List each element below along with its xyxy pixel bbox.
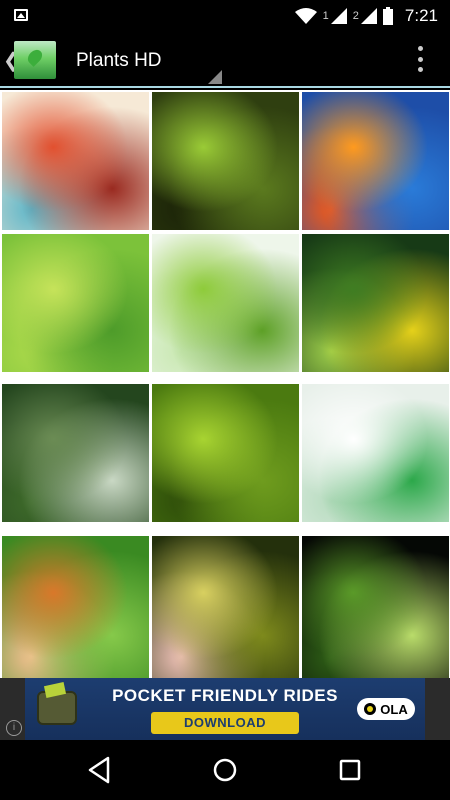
recents-square-icon[interactable] [334, 754, 366, 786]
status-icons: 1 2 7:21 [294, 6, 438, 26]
wallpaper-thumbnail-mushroom[interactable] [2, 536, 149, 678]
battery-icon [382, 7, 393, 25]
wallpaper-thumbnail-green-bud[interactable] [152, 384, 299, 522]
signal-icon [330, 8, 347, 24]
home-circle-icon[interactable] [209, 754, 241, 786]
navigation-bar [0, 740, 450, 800]
status-time: 7:21 [404, 6, 438, 25]
sim2-label: 2 [352, 10, 359, 22]
wallpaper-thumbnail-bird-of-paradise[interactable] [302, 92, 449, 230]
wallpaper-thumbnail-white-flower[interactable] [302, 384, 449, 522]
image-notification-icon [14, 9, 28, 21]
download-button[interactable]: DOWNLOAD [151, 712, 299, 734]
wallpaper-thumbnail-green-sprout[interactable] [152, 92, 299, 230]
wallpaper-thumbnail-ginkgo-leaves[interactable] [2, 234, 149, 372]
wallpaper-thumbnail-grass-blades[interactable] [152, 234, 299, 372]
ad-creative[interactable]: POCKET FRIENDLY RIDES DOWNLOAD OLA [25, 678, 425, 740]
wallpaper-thumbnail-dandelion[interactable] [302, 234, 449, 372]
status-bar: 1 2 7:21 [0, 0, 450, 32]
wifi-icon [294, 8, 317, 24]
sim1-label: 1 [322, 10, 329, 22]
wallet-icon [37, 691, 77, 725]
wallpaper-thumbnail-red-leaves[interactable] [2, 92, 149, 230]
action-bar: ❮ Plants HD [0, 32, 450, 88]
signal-icon [360, 8, 377, 24]
ad-headline: POCKET FRIENDLY RIDES [112, 686, 338, 705]
wallpaper-thumbnail-leaf-droplets[interactable] [302, 536, 449, 678]
back-triangle-icon[interactable] [84, 754, 116, 786]
wallpaper-grid [0, 90, 450, 678]
ad-banner[interactable]: i POCKET FRIENDLY RIDES DOWNLOAD OLA [0, 678, 450, 740]
wallpaper-thumbnail-sprouts[interactable] [152, 536, 299, 678]
overflow-menu-icon[interactable] [418, 46, 424, 72]
app-title[interactable]: Plants HD [76, 50, 162, 72]
spinner-arrow-icon[interactable] [208, 70, 222, 84]
wallpaper-thumbnail-ivy-fence[interactable] [2, 384, 149, 522]
app-logo[interactable] [14, 41, 56, 79]
ola-brand: OLA [380, 701, 408, 717]
ola-logo: OLA [357, 698, 415, 720]
ola-dot-icon [364, 703, 377, 715]
info-icon[interactable]: i [6, 720, 22, 736]
